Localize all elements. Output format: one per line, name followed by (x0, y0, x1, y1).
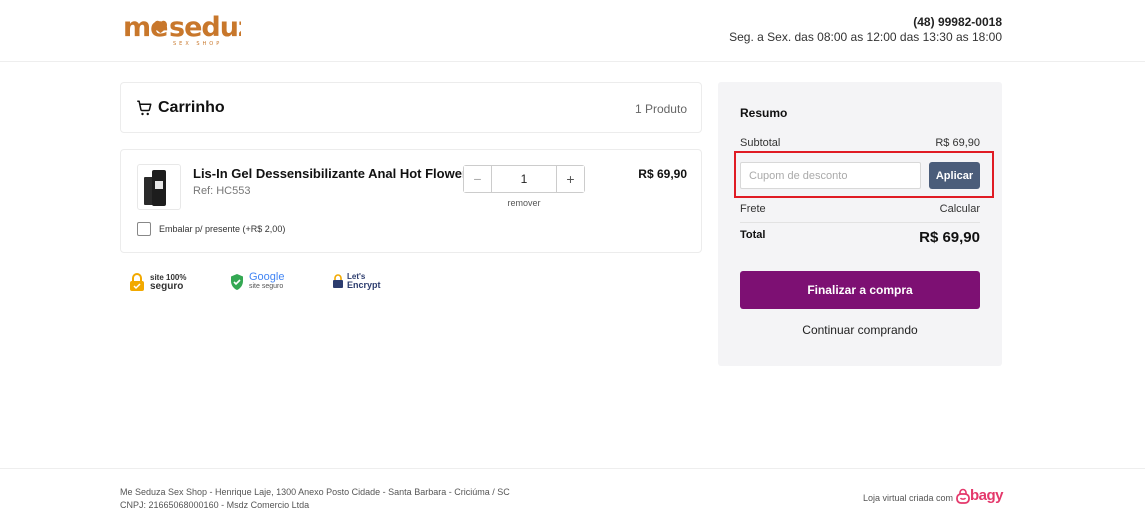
store-address: Me Seduza Sex Shop - Henrique Laje, 1300… (120, 487, 510, 497)
google-wordmark: Google (249, 271, 285, 283)
shield-icon (231, 273, 243, 290)
svg-text:SEX SHOP: SEX SHOP (173, 41, 222, 46)
svg-text:seduza: seduza (169, 12, 241, 43)
footer-info: Me Seduza Sex Shop - Henrique Laje, 1300… (120, 486, 510, 512)
product-name[interactable]: Lis-In Gel Dessensibilizante Anal Hot Fl… (193, 166, 474, 181)
cart-title: Carrinho (158, 99, 225, 116)
subtotal-label: Subtotal (740, 137, 781, 149)
gift-wrap-label: Embalar p/ presente (+R$ 2,00) (159, 224, 286, 234)
bagy-wordmark: bagy (969, 487, 1004, 504)
made-with-label: Loja virtual criada com (862, 493, 953, 503)
summary-divider (740, 222, 980, 223)
business-hours: Seg. a Sex. das 08:00 as 12:00 das 13:30… (729, 30, 1002, 44)
summary-title: Resumo (740, 106, 788, 120)
store-cnpj: CNPJ: 21665068000160 - Msdz Comercio Ltd… (120, 500, 310, 510)
continue-shopping-link[interactable]: Continuar comprando (740, 323, 980, 337)
decrease-quantity-button[interactable]: − (464, 166, 492, 192)
lets-encrypt-seal: Let's Encrypt (331, 272, 381, 290)
padlock-icon (130, 273, 144, 291)
increase-quantity-button[interactable]: + (556, 166, 584, 192)
site-header: me seduza SEX SHOP (48) 99982-0018 Seg. … (0, 0, 1145, 62)
cart-icon (137, 100, 152, 116)
calculate-shipping-link[interactable]: Calcular (940, 203, 980, 215)
google-seal-caption: site seguro (249, 283, 284, 290)
gift-wrap-checkbox[interactable] (137, 222, 151, 236)
store-logo[interactable]: me seduza SEX SHOP (123, 10, 271, 50)
cart-item-count: 1 Produto (634, 102, 687, 116)
cart-header: Carrinho 1 Produto (120, 82, 702, 133)
site-footer: Me Seduza Sex Shop - Henrique Laje, 1300… (0, 468, 1145, 524)
lock-icon (333, 274, 343, 288)
logo-wordmark: me seduza SEX SHOP (123, 12, 271, 47)
quantity-value[interactable]: 1 (492, 166, 556, 192)
seal-line-2: seguro (150, 281, 184, 292)
bag-icon (956, 488, 970, 504)
contact-phone: (48) 99982-0018 (913, 15, 1002, 29)
coupon-input[interactable] (740, 162, 921, 189)
google-safe-seal: Google site seguro (229, 272, 284, 291)
product-ref: Ref: HC553 (193, 185, 251, 197)
cart-item: Lis-In Gel Dessensibilizante Anal Hot Fl… (120, 149, 702, 253)
order-summary: Resumo Subtotal R$ 69,90 Aplicar Frete C… (718, 82, 1002, 366)
apply-coupon-button[interactable]: Aplicar (929, 162, 980, 189)
remove-item-link[interactable]: remover (463, 198, 585, 208)
item-price: R$ 69,90 (638, 167, 687, 181)
total-label: Total (740, 229, 766, 241)
total-value: R$ 69,90 (919, 229, 980, 246)
subtotal-value: R$ 69,90 (935, 137, 980, 149)
quantity-stepper: − 1 + (463, 165, 585, 193)
site-seguro-seal: site 100% seguro (128, 272, 186, 292)
shipping-label: Frete (740, 203, 766, 215)
product-thumbnail[interactable] (137, 164, 181, 210)
bagy-logo[interactable]: bagy (956, 487, 1004, 504)
checkout-button[interactable]: Finalizar a compra (740, 271, 980, 309)
gift-wrap-option[interactable]: Embalar p/ presente (+R$ 2,00) (137, 222, 285, 236)
lets-encrypt-line-2: Encrypt (347, 280, 381, 290)
